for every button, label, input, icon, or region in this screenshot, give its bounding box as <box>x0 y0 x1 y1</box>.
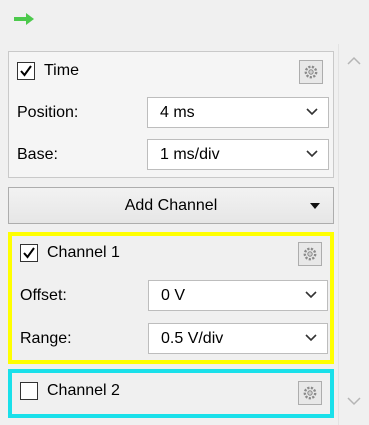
base-dropdown[interactable]: 1 ms/div <box>147 139 329 170</box>
channel2-label: Channel 2 <box>47 382 120 399</box>
time-header: Time <box>17 62 79 80</box>
chevron-down-icon[interactable] <box>347 396 361 406</box>
channel2-header: Channel 2 <box>20 382 120 400</box>
range-value: 0.5 V/div <box>161 329 224 347</box>
time-checkbox[interactable] <box>17 62 35 80</box>
add-channel-label: Add Channel <box>124 196 218 214</box>
gear-icon <box>303 386 317 400</box>
channel2-settings-button[interactable] <box>298 381 322 405</box>
channel1-header: Channel 1 <box>20 244 120 262</box>
checkmark-icon <box>23 247 35 259</box>
chevron-up-icon[interactable] <box>347 56 361 66</box>
channel1-label: Channel 1 <box>47 244 120 261</box>
base-label: Base: <box>17 146 58 163</box>
channel1-settings-button[interactable] <box>298 242 322 266</box>
time-settings-button[interactable] <box>299 60 323 84</box>
base-value: 1 ms/div <box>160 145 220 163</box>
range-dropdown[interactable]: 0.5 V/div <box>148 323 328 354</box>
chevron-down-icon <box>306 150 318 158</box>
position-label: Position: <box>17 104 79 121</box>
time-label: Time <box>44 62 79 79</box>
offset-value: 0 V <box>161 286 186 304</box>
chevron-down-icon <box>306 108 318 116</box>
caret-down-icon[interactable] <box>309 202 321 210</box>
position-dropdown[interactable]: 4 ms <box>147 97 329 128</box>
gear-icon <box>304 65 318 79</box>
offset-label: Offset: <box>20 287 67 304</box>
channel2-panel: Channel 2 <box>8 369 334 418</box>
chevron-down-icon <box>305 291 317 299</box>
chevron-down-icon <box>305 334 317 342</box>
vertical-scrollbar[interactable] <box>338 44 369 425</box>
gear-icon <box>303 247 317 261</box>
range-label: Range: <box>20 330 72 347</box>
right-arrow-icon <box>14 13 34 25</box>
channel1-checkbox[interactable] <box>20 244 38 262</box>
offset-dropdown[interactable]: 0 V <box>148 280 328 311</box>
channel1-panel: Channel 1 Offset: 0 V Range: 0.5 V/div <box>8 232 334 364</box>
checkmark-icon <box>20 65 32 77</box>
position-value: 4 ms <box>160 103 195 121</box>
channel2-checkbox[interactable] <box>20 382 38 400</box>
time-panel: Time Position: 4 ms Base: 1 ms/div <box>8 51 334 178</box>
add-channel-button[interactable]: Add Channel <box>8 187 334 224</box>
